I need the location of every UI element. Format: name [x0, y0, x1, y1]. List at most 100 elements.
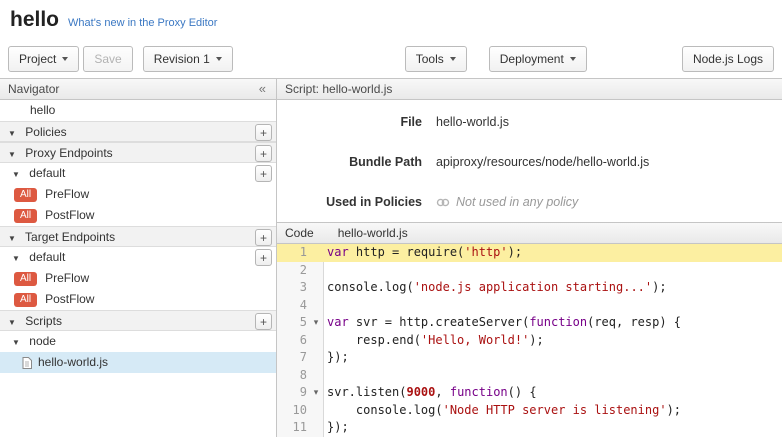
code-filename: hello-world.js: [338, 226, 408, 240]
line-number: 11: [277, 419, 310, 437]
navigator-section-proxy-endpoints[interactable]: ▼ Proxy Endpoints +: [0, 142, 276, 163]
navigator-file-hello-world-js[interactable]: hello-world.js: [0, 352, 276, 373]
caret-down-icon: ▼: [8, 318, 16, 327]
code-tab-label[interactable]: Code: [285, 226, 314, 240]
item-label: hello: [30, 103, 55, 117]
code-text: resp.end('Hello, World!');: [322, 332, 782, 350]
navigator-title: Navigator: [8, 79, 59, 99]
file-field-label: File: [277, 115, 422, 129]
script-details: File hello-world.js Bundle Path apiproxy…: [277, 100, 782, 222]
save-button[interactable]: Save: [83, 46, 132, 72]
code-line[interactable]: 10 console.log('Node HTTP server is list…: [277, 402, 782, 420]
whats-new-link[interactable]: What's new in the Proxy Editor: [68, 17, 217, 29]
line-number: 6: [277, 332, 310, 350]
bundle-path-field-label: Bundle Path: [277, 155, 422, 169]
add-script-button[interactable]: +: [255, 313, 272, 330]
fold-gutter: [310, 244, 322, 262]
add-target-endpoint-button[interactable]: +: [255, 229, 272, 246]
line-number: 9: [277, 384, 310, 402]
fold-gutter: [310, 349, 322, 367]
nodejs-logs-button[interactable]: Node.js Logs: [682, 46, 774, 72]
add-proxy-flow-button[interactable]: +: [255, 165, 272, 182]
caret-down-icon: ▼: [12, 338, 20, 347]
add-policy-button[interactable]: +: [255, 124, 272, 141]
code-line[interactable]: 2: [277, 262, 782, 280]
code-line[interactable]: 8: [277, 367, 782, 385]
code-line[interactable]: 4: [277, 297, 782, 315]
navigator-target-endpoint-default[interactable]: ▼ default +: [0, 247, 276, 268]
navigator-target-postflow[interactable]: All PostFlow: [0, 289, 276, 310]
deployment-label: Deployment: [500, 52, 564, 66]
fold-gutter: [310, 262, 322, 280]
code-text: console.log('Node HTTP server is listeni…: [322, 402, 782, 420]
revision-menu-button[interactable]: Revision 1: [143, 46, 233, 72]
code-area[interactable]: 1var http = require('http');23console.lo…: [277, 244, 782, 437]
code-line[interactable]: 11});: [277, 419, 782, 437]
flow-label: PostFlow: [45, 205, 94, 226]
section-label: Target Endpoints: [25, 230, 115, 244]
navigator-scripts-node[interactable]: ▼ node: [0, 331, 276, 352]
code-line[interactable]: 6 resp.end('Hello, World!');: [277, 332, 782, 350]
code-text: });: [322, 419, 782, 437]
save-label: Save: [94, 52, 121, 66]
navigator-proxy-endpoint-default[interactable]: ▼ default +: [0, 163, 276, 184]
revision-label: Revision 1: [154, 52, 210, 66]
all-badge: All: [14, 209, 37, 223]
project-menu-button[interactable]: Project: [8, 46, 79, 72]
dropdown-caret-icon: [450, 57, 456, 61]
not-used-text: Not used in any policy: [456, 195, 578, 209]
code-text: console.log('node.js application startin…: [322, 279, 782, 297]
navigator-proxy-preflow[interactable]: All PreFlow: [0, 184, 276, 205]
code-text: [322, 262, 782, 280]
code-line[interactable]: 7});: [277, 349, 782, 367]
navigator-section-policies[interactable]: ▼ Policies +: [0, 121, 276, 142]
caret-down-icon: ▼: [8, 234, 16, 243]
add-proxy-endpoint-button[interactable]: +: [255, 145, 272, 162]
fold-caret-icon[interactable]: ▾: [310, 314, 322, 332]
file-icon: [22, 357, 32, 369]
flow-label: PreFlow: [45, 184, 89, 205]
proxy-editor-app: hello What's new in the Proxy Editor Pro…: [0, 0, 782, 437]
code-text: var svr = http.createServer(function(req…: [322, 314, 782, 332]
fold-gutter: [310, 297, 322, 315]
fold-gutter: [310, 332, 322, 350]
fold-gutter: [310, 402, 322, 420]
broken-link-icon: [436, 197, 450, 208]
code-line[interactable]: 1var http = require('http');: [277, 244, 782, 262]
navigator-target-preflow[interactable]: All PreFlow: [0, 268, 276, 289]
script-panel-title: Script: hello-world.js: [285, 79, 392, 99]
file-label: hello-world.js: [38, 352, 108, 373]
toolbar: Project Save Revision 1 Tools Deployment…: [0, 40, 782, 78]
collapse-sidebar-button[interactable]: «: [257, 79, 268, 99]
app-header: hello What's new in the Proxy Editor: [0, 0, 782, 40]
section-label: Proxy Endpoints: [25, 146, 112, 160]
code-line[interactable]: 3console.log('node.js application starti…: [277, 279, 782, 297]
dropdown-caret-icon: [62, 57, 68, 61]
field-bundle-path: Bundle Path apiproxy/resources/node/hell…: [277, 142, 782, 182]
used-in-policies-field-value: Not used in any policy: [436, 195, 578, 209]
code-text: [322, 367, 782, 385]
used-in-policies-field-label: Used in Policies: [277, 195, 422, 209]
subsection-label: default: [29, 250, 65, 264]
deployment-menu-button[interactable]: Deployment: [489, 46, 587, 72]
line-number: 1: [277, 244, 310, 262]
navigator-section-scripts[interactable]: ▼ Scripts +: [0, 310, 276, 331]
field-used-in-policies: Used in Policies Not used in any policy: [277, 182, 782, 222]
script-panel: Script: hello-world.js File hello-world.…: [277, 78, 782, 437]
line-number: 10: [277, 402, 310, 420]
flow-label: PostFlow: [45, 289, 94, 310]
code-line[interactable]: 9▾svr.listen(9000, function() {: [277, 384, 782, 402]
navigator-proxy-postflow[interactable]: All PostFlow: [0, 205, 276, 226]
code-line[interactable]: 5▾var svr = http.createServer(function(r…: [277, 314, 782, 332]
line-number: 2: [277, 262, 310, 280]
tools-menu-button[interactable]: Tools: [405, 46, 467, 72]
navigator-header: Navigator «: [0, 78, 276, 100]
fold-gutter: [310, 279, 322, 297]
navigator-section-target-endpoints[interactable]: ▼ Target Endpoints +: [0, 226, 276, 247]
fold-gutter: [310, 367, 322, 385]
add-target-flow-button[interactable]: +: [255, 249, 272, 266]
navigator-item-hello[interactable]: hello: [0, 100, 276, 121]
fold-caret-icon[interactable]: ▾: [310, 384, 322, 402]
code-text: });: [322, 349, 782, 367]
subsection-label: default: [29, 166, 65, 180]
